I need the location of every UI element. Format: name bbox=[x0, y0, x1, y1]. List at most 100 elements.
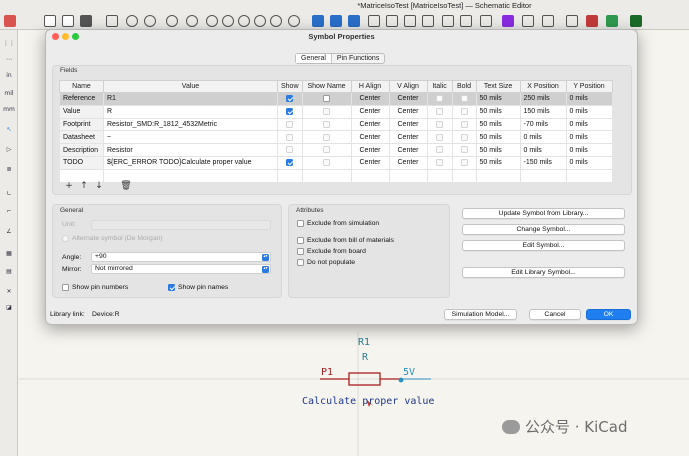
hide-wires-icon[interactable]: ◪ bbox=[3, 302, 15, 314]
col-x-position[interactable]: X Position bbox=[519, 80, 567, 93]
table-row[interactable]: Value R Center Center 50 mils 150 mils 0 mils bbox=[59, 104, 613, 119]
cell-show[interactable] bbox=[277, 130, 303, 145]
exclude-board-row[interactable]: Exclude from board bbox=[297, 248, 366, 255]
exclude-sim-checkbox[interactable] bbox=[297, 220, 304, 227]
cell-y-position[interactable]: 0 mils bbox=[565, 130, 613, 145]
zoom-refresh-icon[interactable] bbox=[206, 15, 218, 27]
col-name[interactable]: Name bbox=[59, 80, 104, 93]
col-italic[interactable]: Italic bbox=[426, 80, 453, 93]
dnp-checkbox[interactable] bbox=[297, 259, 304, 266]
cell-y-position[interactable]: 0 mils bbox=[565, 143, 613, 157]
cell-show[interactable] bbox=[277, 104, 303, 119]
cell-y-position[interactable]: 0 mils bbox=[565, 92, 613, 106]
cell-show-name[interactable] bbox=[301, 104, 352, 119]
erc-icon[interactable] bbox=[522, 15, 534, 27]
cell-h-align[interactable]: Center bbox=[350, 92, 390, 106]
italic-checkbox[interactable] bbox=[436, 108, 444, 116]
italic-checkbox[interactable] bbox=[436, 159, 444, 167]
cell-show-name[interactable] bbox=[301, 143, 352, 157]
exclude-bom-checkbox[interactable] bbox=[297, 237, 304, 244]
show-name-checkbox[interactable] bbox=[323, 146, 331, 154]
col-show[interactable]: Show bbox=[277, 80, 303, 93]
show-name-checkbox[interactable] bbox=[323, 133, 331, 141]
cell-value[interactable]: ${ERC_ERROR TODO}Calculate proper value bbox=[103, 155, 278, 170]
unit-mm-button[interactable]: mm bbox=[3, 104, 15, 116]
move-up-button[interactable]: ↑ bbox=[78, 180, 90, 192]
cell-italic[interactable] bbox=[426, 117, 453, 132]
find-replace-icon[interactable] bbox=[186, 15, 198, 27]
find-icon[interactable] bbox=[166, 15, 178, 27]
col-y-position[interactable]: Y Position bbox=[565, 80, 613, 93]
redo-icon[interactable] bbox=[144, 15, 156, 27]
cell-text-size[interactable]: 50 mils bbox=[475, 104, 521, 119]
change-symbol-button[interactable]: Change Symbol... bbox=[462, 224, 625, 235]
show-hidden-pins-icon[interactable]: ▷ bbox=[3, 144, 15, 156]
add-field-button[interactable]: + bbox=[63, 180, 75, 192]
bom-icon[interactable] bbox=[566, 15, 578, 27]
col-text-size[interactable]: Text Size bbox=[475, 80, 521, 93]
cell-italic[interactable] bbox=[426, 104, 453, 119]
grid-icon[interactable]: ⋮⋮ bbox=[3, 38, 15, 50]
cell-show[interactable] bbox=[277, 92, 303, 106]
cell-x-position[interactable]: 0 mils bbox=[519, 130, 567, 145]
show-pin-numbers-checkbox[interactable] bbox=[62, 284, 69, 291]
cursor-icon[interactable]: ↖ bbox=[3, 124, 15, 136]
rotate-ccw-icon[interactable] bbox=[368, 15, 380, 27]
cell-name[interactable]: TODO bbox=[59, 155, 104, 170]
cell-text-size[interactable]: 50 mils bbox=[475, 143, 521, 157]
cell-v-align[interactable]: Center bbox=[388, 92, 428, 106]
new-file-icon[interactable] bbox=[44, 15, 56, 27]
cell-v-align[interactable]: Center bbox=[388, 104, 428, 119]
edit-library-symbol-button[interactable]: Edit Library Symbol... bbox=[462, 267, 625, 278]
cell-y-position[interactable]: 0 mils bbox=[565, 155, 613, 170]
zoom-out-icon[interactable] bbox=[238, 15, 250, 27]
cell-italic[interactable] bbox=[426, 92, 453, 106]
cell-value[interactable]: R1 bbox=[103, 92, 278, 106]
italic-checkbox[interactable] bbox=[436, 120, 444, 128]
bold-checkbox[interactable] bbox=[460, 159, 468, 167]
cell-x-position[interactable]: -150 mils bbox=[519, 155, 567, 170]
annotate-icon[interactable] bbox=[502, 15, 514, 27]
dnp-row[interactable]: Do not populate bbox=[297, 259, 355, 266]
line-mode-free-icon[interactable]: ∟ bbox=[3, 188, 15, 200]
pcb-editor-icon[interactable] bbox=[606, 15, 618, 27]
alternate-symbol-radio[interactable] bbox=[62, 235, 69, 242]
cell-x-position[interactable]: 250 mils bbox=[519, 92, 567, 106]
undo-icon[interactable] bbox=[126, 15, 138, 27]
cancel-button[interactable]: Cancel bbox=[529, 309, 581, 320]
cell-italic[interactable] bbox=[426, 143, 453, 157]
assign-footprints-icon[interactable] bbox=[542, 15, 554, 27]
cell-bold[interactable] bbox=[451, 130, 477, 145]
bold-checkbox[interactable] bbox=[460, 133, 468, 141]
show-checkbox[interactable] bbox=[286, 108, 294, 116]
cell-v-align[interactable]: Center bbox=[388, 130, 428, 145]
navigate-up-icon[interactable] bbox=[330, 15, 342, 27]
italic-checkbox[interactable] bbox=[436, 95, 444, 103]
cell-v-align[interactable]: Center bbox=[388, 155, 428, 170]
cell-h-align[interactable]: Center bbox=[350, 155, 390, 170]
cell-value[interactable]: Resistor bbox=[103, 143, 278, 157]
hierarchy-navigator-icon[interactable]: ▦ bbox=[3, 248, 15, 260]
zoom-objects-icon[interactable] bbox=[270, 15, 282, 27]
polar-grid-icon[interactable]: ⋯ bbox=[3, 54, 15, 66]
print-icon[interactable] bbox=[80, 15, 92, 27]
bold-checkbox[interactable] bbox=[460, 108, 468, 116]
show-checkbox[interactable] bbox=[286, 133, 294, 141]
tab-pin-functions[interactable]: Pin Functions bbox=[332, 54, 384, 63]
cell-text-size[interactable]: 50 mils bbox=[475, 130, 521, 145]
cell-value[interactable]: ~ bbox=[103, 130, 278, 145]
cell-text-size[interactable]: 50 mils bbox=[475, 155, 521, 170]
cell-bold[interactable] bbox=[451, 104, 477, 119]
unit-inch-button[interactable]: in bbox=[3, 70, 15, 82]
zoom-fit-icon[interactable] bbox=[254, 15, 266, 27]
navigate-back-icon[interactable] bbox=[312, 15, 324, 27]
cell-show-name[interactable] bbox=[301, 117, 352, 132]
show-checkbox[interactable] bbox=[286, 159, 294, 167]
line-mode-90-icon[interactable]: ⌐ bbox=[3, 206, 15, 218]
cell-text-size[interactable]: 50 mils bbox=[475, 117, 521, 132]
table-row[interactable]: Footprint Resistor_SMD:R_1812_4532Metric C… bbox=[59, 117, 613, 132]
col-v-align[interactable]: V Align bbox=[388, 80, 428, 93]
paste-icon[interactable] bbox=[106, 15, 118, 27]
show-pin-names-checkbox[interactable] bbox=[168, 284, 175, 291]
cell-name[interactable]: Reference bbox=[59, 92, 104, 106]
